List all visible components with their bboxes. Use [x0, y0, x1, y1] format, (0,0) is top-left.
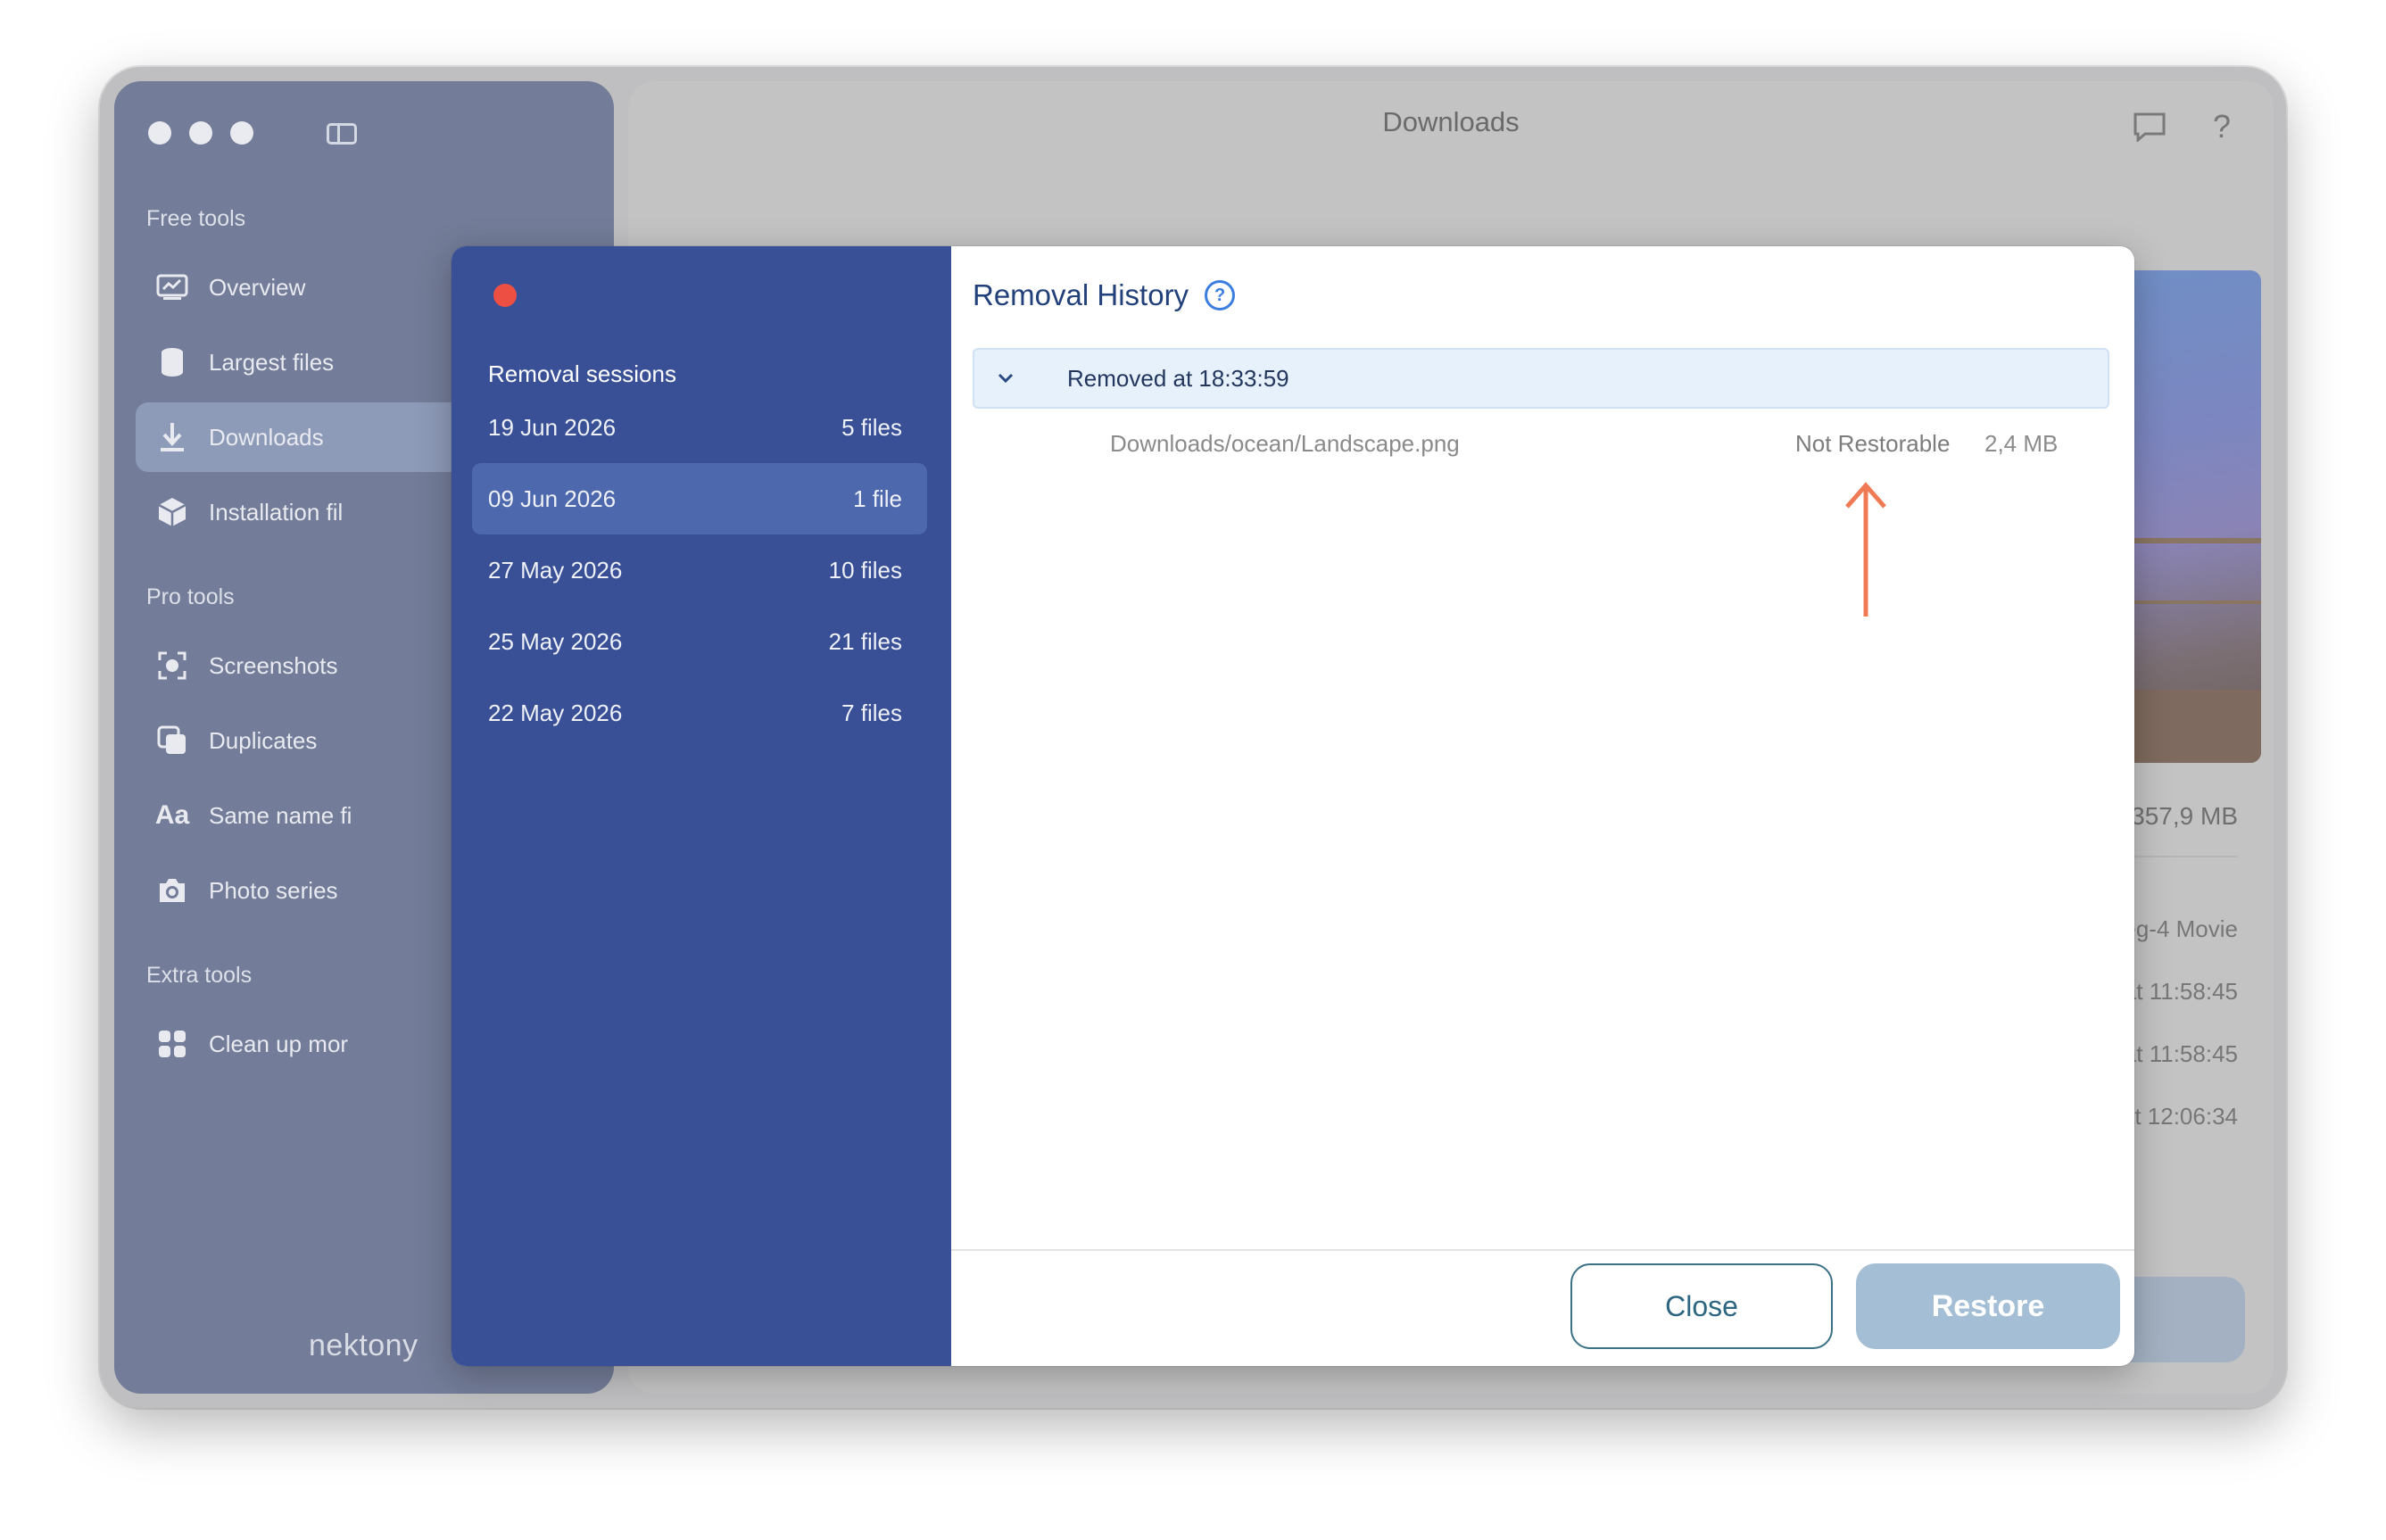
overview-icon [155, 270, 189, 304]
feedback-icon[interactable] [2133, 112, 2166, 146]
sidebar-item-label: Same name fi [209, 801, 352, 829]
session-date: 09 Jun 2026 [488, 484, 617, 512]
session-count: 5 files [841, 413, 902, 441]
sidebar-item-label: Clean up mor [209, 1030, 349, 1057]
camera-icon [155, 873, 189, 907]
sessions-title: Removal sessions [488, 360, 676, 387]
total-size: 357,9 MB [2131, 802, 2238, 830]
sidebar-section-pro-tools: Pro tools [146, 584, 235, 609]
session-date: 19 Jun 2026 [488, 413, 617, 441]
session-count: 21 files [828, 627, 902, 655]
restore-button[interactable]: Restore [1856, 1263, 2120, 1349]
nektony-logo: nektony [309, 1329, 418, 1362]
sidebar-item-label: Duplicates [209, 726, 318, 754]
sidebar-section-free-tools: Free tools [146, 206, 246, 231]
removal-group-row[interactable]: Removed at 18:33:59 [973, 348, 2109, 409]
same-name-icon: Aa [154, 800, 190, 830]
window-close-button[interactable] [148, 121, 171, 145]
removal-history-dialog: Removal sessions 19 Jun 2026 5 files 09 … [452, 246, 2134, 1366]
restore-status: Not Restorable [1795, 430, 1951, 457]
session-date: 27 May 2026 [488, 556, 623, 584]
session-item[interactable]: 19 Jun 2026 5 files [472, 392, 927, 463]
annotation-arrow-icon [1845, 482, 1886, 617]
footer-divider [951, 1249, 2134, 1251]
dialog-title-text: Removal History [973, 278, 1189, 311]
session-item[interactable]: 22 May 2026 7 files [472, 677, 927, 749]
sidebar-item-label: Installation fil [209, 498, 344, 526]
session-item-selected[interactable]: 09 Jun 2026 1 file [472, 463, 927, 534]
history-panel: Removal History ? Removed at 18:33:59 Do… [951, 246, 2134, 1366]
session-count: 1 file [853, 484, 902, 512]
session-date: 22 May 2026 [488, 699, 623, 726]
close-button[interactable]: Close [1570, 1263, 1833, 1349]
grid-icon [155, 1027, 189, 1061]
duplicates-icon [155, 724, 189, 758]
file-path: Downloads/ocean/Landscape.png [1110, 430, 1460, 457]
removal-group-label: Removed at 18:33:59 [1067, 364, 1289, 392]
app-window: Free tools Overview Largest files Downlo… [100, 67, 2286, 1408]
dialog-close-dot[interactable] [493, 284, 517, 307]
sidebar-item-label: Downloads [209, 423, 324, 451]
sidebar-item-label: Photo series [209, 876, 338, 904]
session-count: 7 files [841, 699, 902, 726]
sidebar-item-label: Overview [209, 273, 306, 301]
help-icon[interactable]: ? [2213, 108, 2231, 145]
file-size: 2,4 MB [1984, 430, 2059, 457]
screenshot-icon [155, 649, 189, 683]
download-icon [155, 420, 189, 454]
sidebar-item-label: Screenshots [209, 651, 338, 679]
window-minimize-button[interactable] [189, 121, 212, 145]
session-count: 10 files [828, 556, 902, 584]
package-icon [155, 495, 189, 529]
sidebar-item-label: Largest files [209, 348, 335, 376]
sessions-panel: Removal sessions 19 Jun 2026 5 files 09 … [452, 246, 951, 1366]
sidebar-toggle-icon[interactable] [327, 123, 357, 145]
session-date: 25 May 2026 [488, 627, 623, 655]
question-icon[interactable]: ? [1205, 280, 1236, 310]
window-zoom-button[interactable] [230, 121, 253, 145]
session-item[interactable]: 27 May 2026 10 files [472, 534, 927, 606]
session-item[interactable]: 25 May 2026 21 files [472, 606, 927, 677]
sidebar-section-extra-tools: Extra tools [146, 963, 253, 988]
page-title: Downloads [1382, 106, 1520, 137]
chevron-down-icon[interactable] [994, 367, 1017, 390]
largest-files-icon [155, 345, 189, 379]
dialog-title: Removal History ? [973, 278, 1236, 312]
